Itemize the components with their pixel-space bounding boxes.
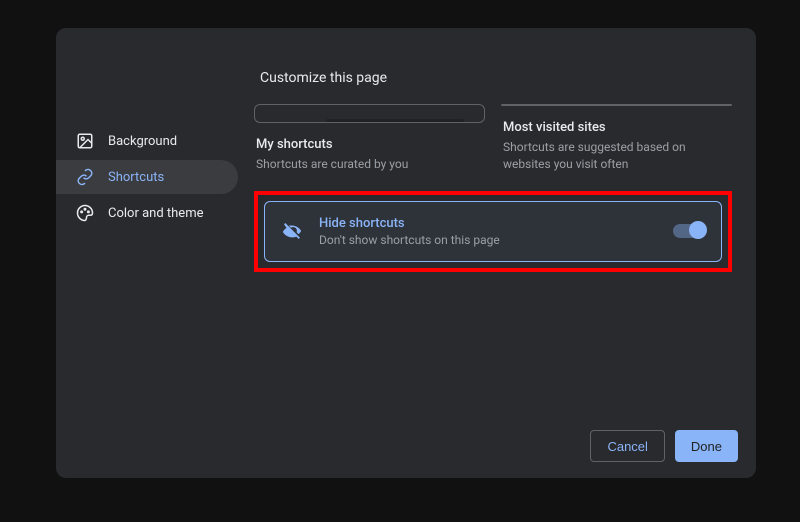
dialog-footer: Cancel Done <box>56 416 756 478</box>
image-icon <box>76 132 94 150</box>
hide-shortcuts-text: Hide shortcuts Don't show shortcuts on t… <box>319 216 657 247</box>
sidebar-item-label: Color and theme <box>108 206 204 221</box>
customize-dialog: Background Shortcuts Color and theme <box>56 28 756 478</box>
sidebar-item-label: Shortcuts <box>108 170 164 185</box>
palette-icon <box>76 204 94 222</box>
option-desc: Shortcuts are curated by you <box>256 156 485 173</box>
hide-shortcuts-desc: Don't show shortcuts on this page <box>319 233 657 247</box>
shortcut-options: Google My shortcuts Shortcuts are curate… <box>254 104 732 173</box>
preview-tile: Google <box>326 119 464 123</box>
hide-shortcuts-row[interactable]: Hide shortcuts Don't show shortcuts on t… <box>264 201 722 262</box>
main-panel: Customize this page Google <box>246 46 756 416</box>
dialog-body: Background Shortcuts Color and theme <box>56 28 756 416</box>
hide-shortcuts-toggle[interactable] <box>673 224 705 238</box>
option-most-visited: Google Most visited sites Shortcuts are … <box>501 104 732 173</box>
visibility-off-icon <box>281 220 303 242</box>
page-title: Customize this page <box>260 70 732 86</box>
sidebar-item-background[interactable]: Background <box>56 124 238 158</box>
card-my-shortcuts[interactable]: Google <box>254 104 485 123</box>
sidebar-item-shortcuts[interactable]: Shortcuts <box>56 160 238 194</box>
option-my-shortcuts: Google My shortcuts Shortcuts are curate… <box>254 104 485 173</box>
link-icon <box>76 168 94 186</box>
option-label: Most visited sites <box>503 120 732 135</box>
annotation-highlight: Hide shortcuts Don't show shortcuts on t… <box>254 191 732 272</box>
cancel-button[interactable]: Cancel <box>590 430 664 462</box>
option-label: My shortcuts <box>256 137 485 152</box>
hide-shortcuts-title: Hide shortcuts <box>319 216 657 231</box>
sidebar-item-label: Background <box>108 134 177 149</box>
card-most-visited[interactable]: Google <box>501 104 732 106</box>
done-button[interactable]: Done <box>675 430 738 462</box>
toggle-knob <box>689 221 707 239</box>
option-desc: Shortcuts are suggested based on website… <box>503 139 732 173</box>
sidebar-item-color-theme[interactable]: Color and theme <box>56 196 238 230</box>
sidebar: Background Shortcuts Color and theme <box>56 46 246 416</box>
